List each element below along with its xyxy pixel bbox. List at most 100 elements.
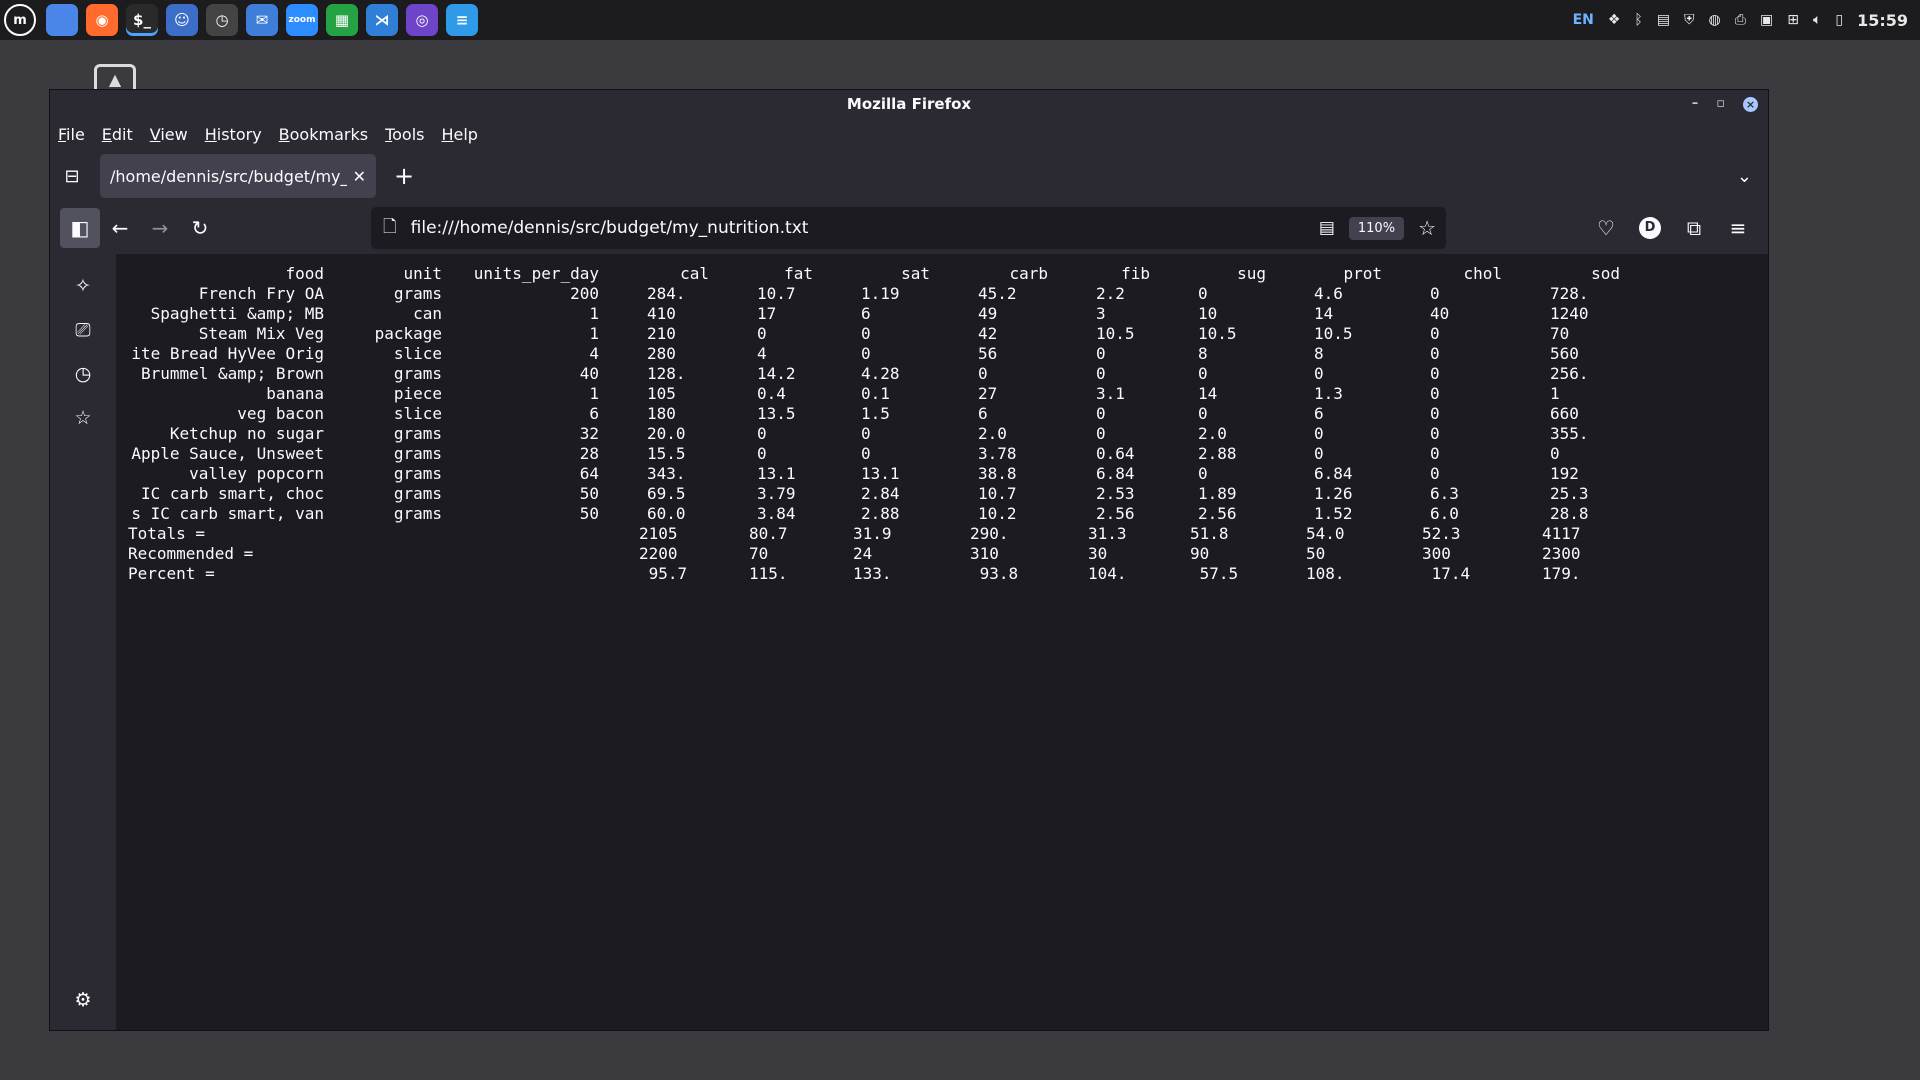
network-icon[interactable]: ⊞ [1787, 12, 1799, 28]
vscode-icon[interactable]: ⋊ [366, 4, 398, 36]
table-row: Apple Sauce, Unsweet grams 28 15.5 0 0 3.78 0.6… [128, 444, 1620, 464]
summary-label: Percent = [128, 564, 215, 583]
table-row: veg bacon slice 6 180 13.5 1.5 6 0 0 6 0 660 [128, 404, 1620, 424]
toolbar-right: ♡ D ⧉ ≡ [1586, 208, 1758, 248]
menu-item-tools[interactable]: Tools [385, 125, 424, 144]
text-editor-icon[interactable]: ≡ [446, 4, 478, 36]
account-button[interactable]: D [1630, 208, 1670, 248]
tab-nutrition[interactable]: /home/dennis/src/budget/my_nutrition.txt… [100, 154, 376, 198]
volume-icon[interactable]: 🔈︎ [1813, 12, 1821, 28]
url-text[interactable]: file:///home/dennis/src/budget/my_nutrit… [411, 218, 1319, 238]
printer-icon[interactable]: ⎙ [1735, 12, 1746, 28]
files-icon[interactable] [46, 4, 78, 36]
back-arrow-icon[interactable]: ← [100, 208, 140, 248]
menu-mnemonic: H [441, 124, 454, 144]
github-icon[interactable]: ◎ [406, 4, 438, 36]
pocket-icon[interactable]: ♡ [1586, 208, 1626, 248]
close-window-icon[interactable]: × [1743, 96, 1758, 112]
finder-icon[interactable]: ☺ [166, 4, 198, 36]
table-cell: 28 [579, 444, 599, 463]
table-cell: 10.5 [1198, 324, 1237, 343]
zoom-level-badge[interactable]: 110% [1348, 216, 1405, 240]
minimize-icon[interactable]: – [1692, 90, 1699, 118]
summary-cell: 310 [970, 544, 999, 563]
menu-item-view[interactable]: View [150, 125, 188, 144]
menu-item-file[interactable]: File [58, 125, 85, 144]
table-cell: 2.56 [1096, 504, 1135, 523]
window-titlebar[interactable]: Mozilla Firefox – ▫ × [50, 90, 1768, 118]
table-cell: 0 [1430, 424, 1440, 443]
table-cell: 38.8 [978, 464, 1017, 483]
table-cell: 56 [978, 344, 998, 363]
url-bar[interactable]: 🗋︎ file:///home/dennis/src/budget/my_nut… [371, 207, 1446, 249]
table-cell: veg bacon [237, 404, 324, 423]
table-cell: French Fry OA [198, 284, 324, 303]
bookmark-star-icon[interactable]: ☆ [1418, 216, 1436, 240]
column-header-cal: cal [680, 264, 709, 283]
mail-icon[interactable]: ✉ [246, 4, 278, 36]
update-icon[interactable]: ▣ [1760, 12, 1773, 28]
ai-chatbot-icon[interactable]: ✧ [50, 264, 116, 308]
reader-view-icon[interactable]: ▤ [1319, 218, 1335, 238]
bluetooth-icon[interactable]: ᛒ [1634, 12, 1642, 28]
column-header-fib: fib [1121, 264, 1150, 283]
synced-tabs-icon[interactable]: ⎚ [50, 308, 116, 352]
table-cell: 8 [1198, 344, 1208, 363]
table-cell: 0 [1314, 444, 1324, 463]
maximize-icon[interactable]: ▫ [1716, 90, 1725, 118]
avatar: D [1639, 217, 1661, 239]
summary-cell: 104. [1088, 564, 1127, 583]
table-row: Ketchup no sugar grams 32 20.0 0 0 2.0 0 2.0 0 0 35… [128, 424, 1620, 444]
gear-icon[interactable]: ⚙ [50, 978, 116, 1022]
sidebar-toggle-icon[interactable]: ◧ [60, 208, 100, 248]
firefox-icon[interactable]: ◉ [86, 4, 118, 36]
table-cell: 410 [647, 304, 676, 323]
menu-item-edit[interactable]: Edit [102, 125, 133, 144]
terminal-icon[interactable]: $_ [126, 4, 158, 36]
gpu-icon[interactable]: ◍ [1709, 12, 1721, 28]
forward-arrow-icon[interactable]: → [140, 208, 180, 248]
table-cell: ite Bread HyVee Orig [131, 344, 324, 363]
table-cell: 10.7 [978, 484, 1017, 503]
table-cell: 4.6 [1314, 284, 1343, 303]
bookmarks-star-icon[interactable]: ☆ [50, 396, 116, 440]
table-row: ite Bread HyVee Orig slice 4 280 4 0 56 0 8 8 0 560 [128, 344, 1620, 364]
window-controls: – ▫ × [1692, 90, 1758, 118]
menu-logo-icon[interactable]: m [4, 4, 36, 36]
menu-mnemonic: H [204, 124, 217, 144]
firefox-view-icon[interactable]: ⊟ [50, 166, 94, 187]
clipboard-icon[interactable]: ▤ [1657, 12, 1670, 28]
table-cell: 1.89 [1198, 484, 1237, 503]
table-cell: 70 [1550, 324, 1570, 343]
history-icon[interactable]: ◷ [50, 352, 116, 396]
battery-icon[interactable]: ▯ [1835, 12, 1843, 28]
table-cell: 1240 [1550, 304, 1589, 323]
table-cell: 6.84 [1096, 464, 1135, 483]
table-cell: 13.5 [757, 404, 796, 423]
shield-icon[interactable]: ⛨ [1684, 12, 1695, 28]
table-cell: 6.3 [1430, 484, 1459, 503]
table-cell: 728. [1550, 284, 1589, 303]
hamburger-menu-icon[interactable]: ≡ [1718, 208, 1758, 248]
keyboard-layout-indicator[interactable]: EN [1573, 12, 1594, 28]
menu-item-bookmarks[interactable]: Bookmarks [279, 125, 368, 144]
zoom-icon[interactable]: zoom [286, 4, 318, 36]
table-cell: 0 [861, 324, 871, 343]
menu-label-rest: iew [160, 124, 188, 144]
chevron-down-icon[interactable]: ⌄ [1737, 166, 1752, 187]
extensions-icon[interactable]: ⧉ [1674, 208, 1714, 248]
table-cell: 42 [978, 324, 998, 343]
clock[interactable]: 15:59 [1857, 11, 1908, 30]
new-tab-icon[interactable]: + [394, 162, 414, 190]
table-cell: 3.78 [978, 444, 1017, 463]
dropbox-icon[interactable]: ❖ [1608, 12, 1621, 28]
timeshift-icon[interactable]: ◷ [206, 4, 238, 36]
table-cell: 1 [589, 304, 599, 323]
close-tab-icon[interactable]: ✕ [353, 167, 366, 186]
menu-item-help[interactable]: Help [441, 125, 477, 144]
table-cell: 0 [1314, 424, 1324, 443]
table-cell: 15.5 [647, 444, 686, 463]
menu-item-history[interactable]: History [205, 125, 262, 144]
reload-icon[interactable]: ↻ [180, 208, 220, 248]
spreadsheet-icon[interactable]: ▦ [326, 4, 358, 36]
